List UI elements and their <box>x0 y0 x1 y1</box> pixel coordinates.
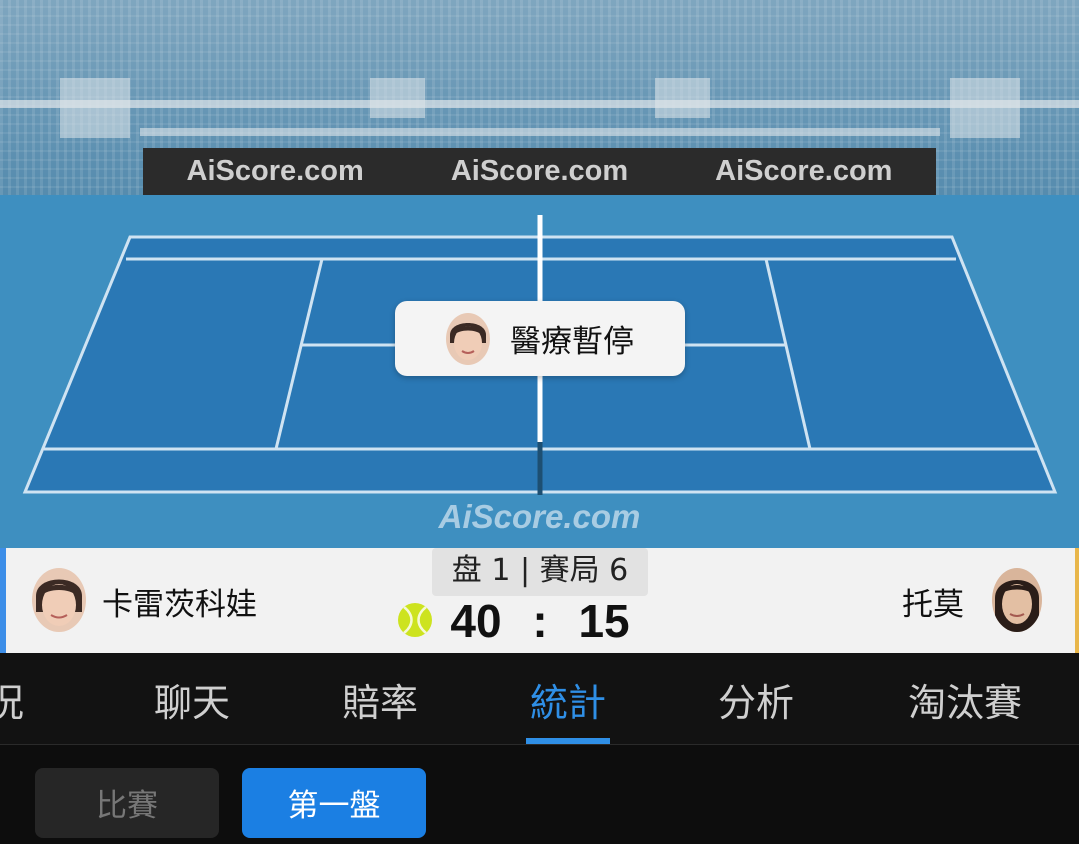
stand-tier <box>950 78 1020 138</box>
ad-board: AiScore.com AiScore.com AiScore.com <box>143 148 936 195</box>
tab-stats[interactable]: 統計 <box>508 653 628 744</box>
score-separator: : <box>532 595 548 647</box>
segment-first-set-button[interactable]: 第一盤 <box>242 768 426 838</box>
stand-tier <box>655 78 710 118</box>
away-player-name[interactable]: 托莫 <box>902 579 964 624</box>
away-edge-marker <box>1075 548 1079 653</box>
home-player-name[interactable]: 卡雷茨科娃 <box>102 579 257 624</box>
tab-chat[interactable]: 聊天 <box>132 653 252 744</box>
stand-tier <box>370 78 425 118</box>
tab-analysis[interactable]: 分析 <box>696 653 816 744</box>
ad-text: AiScore.com <box>450 155 629 187</box>
away-score: 15 <box>578 595 630 647</box>
medical-timeout-badge: 醫療暫停 <box>395 301 685 376</box>
status-text: 醫療暫停 <box>510 324 634 360</box>
tab-knockout[interactable]: 淘汰賽 <box>880 653 1050 744</box>
home-edge-marker <box>0 548 6 653</box>
game-score: 40 : 15 <box>440 594 640 648</box>
stand-tier <box>140 128 940 136</box>
segment-match-button[interactable]: 比賽 <box>35 768 219 838</box>
tab-divider <box>0 744 1079 745</box>
stand-tier <box>0 100 1079 108</box>
home-player-avatar[interactable] <box>32 568 86 632</box>
tab-bar: 況 聊天 賠率 統計 分析 淘汰賽 <box>0 653 1079 744</box>
home-score: 40 <box>450 595 502 647</box>
home-player-avatar <box>446 312 490 365</box>
court-view: AiScore.com AiScore.com AiScore.com AiSc… <box>0 0 1079 548</box>
serving-ball-icon <box>398 603 432 637</box>
watermark: AiScore.com <box>438 498 641 535</box>
set-game-label: 盘 1 | 賽局 6 <box>432 548 648 596</box>
ad-text: AiScore.com <box>715 155 893 187</box>
away-player-avatar[interactable] <box>992 568 1042 632</box>
tab-overview[interactable]: 況 <box>0 653 50 744</box>
ad-text: AiScore.com <box>186 155 364 187</box>
stand-tier <box>60 78 130 138</box>
tab-odds[interactable]: 賠率 <box>320 653 440 744</box>
score-bar: 卡雷茨科娃 盘 1 | 賽局 6 40 : 15 托莫 <box>0 548 1079 653</box>
